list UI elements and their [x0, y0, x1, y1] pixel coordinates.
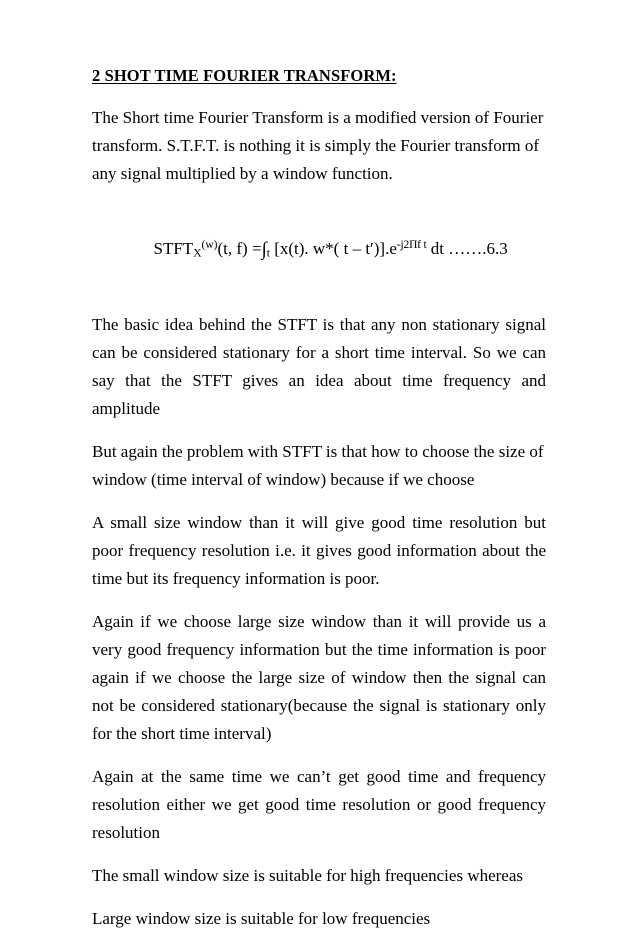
formula-subscript: X — [193, 247, 202, 260]
paragraph-large-window-low-freq: Large window size is suitable for low fr… — [92, 909, 431, 929]
page-title: 2 SHOT TIME FOURIER TRANSFORM: — [92, 66, 397, 85]
paragraph-large-window: Again if we choose large size window tha… — [92, 612, 546, 744]
formula-exponent: -j2Πf t — [396, 239, 427, 252]
document-body: 2 SHOT TIME FOURIER TRANSFORM: The Short… — [92, 62, 546, 933]
paragraph-intro: The Short time Fourier Transform is a mo… — [92, 108, 544, 183]
formula-equals: = — [247, 238, 262, 258]
formula-number: 6.3 — [486, 238, 508, 258]
formula-integrand: [x(t). w*( t – tʹ)].e — [269, 238, 397, 258]
paragraph-window-size-problem: But again the problem with STFT is that … — [92, 442, 544, 490]
formula-base: STFT — [153, 238, 194, 258]
paragraph-small-window: A small size window than it will give go… — [92, 513, 546, 589]
formula-args: (t, f) — [217, 238, 248, 258]
formula-stft: STFTX(w)(t, f) =∫t [x(t). w*( t – tʹ)].e… — [92, 203, 546, 295]
formula-ellipsis: ……. — [443, 238, 487, 258]
document-page: 2 SHOT TIME FOURIER TRANSFORM: The Short… — [0, 0, 638, 928]
paragraph-tradeoff: Again at the same time we can’t get good… — [92, 767, 546, 843]
paragraph-small-window-high-freq: The small window size is suitable for hi… — [92, 866, 524, 886]
paragraph-basic-idea: The basic idea behind the STFT is that a… — [92, 315, 546, 419]
formula-superscript: (w) — [201, 239, 218, 251]
formula-differential: dt — [426, 238, 444, 258]
